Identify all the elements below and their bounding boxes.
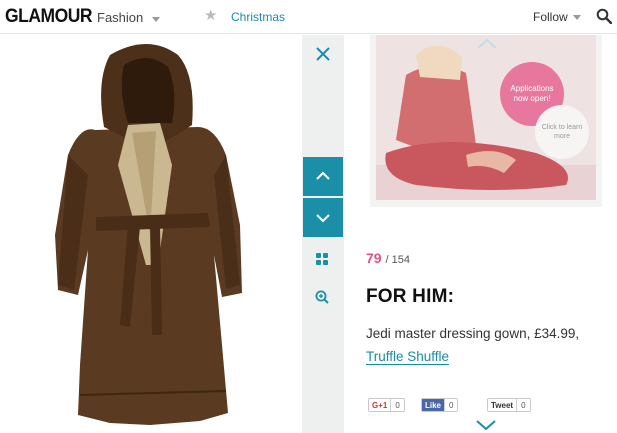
- item-description: Jedi master dressing gown, £34.99,: [366, 326, 580, 341]
- close-icon[interactable]: [313, 44, 333, 64]
- counter-total: / 154: [385, 254, 410, 266]
- top-bar: [0, 0, 617, 34]
- ad-collapse-icon[interactable]: [476, 38, 498, 50]
- google-plus-count: 0: [390, 399, 404, 411]
- google-plus-label: G+1: [372, 400, 388, 410]
- next-button[interactable]: [303, 198, 343, 237]
- tweet-count: 0: [516, 399, 530, 411]
- scroll-down-icon[interactable]: [474, 419, 498, 431]
- gallery-counter: 79 / 154: [366, 250, 410, 266]
- retailer-link[interactable]: Truffle Shuffle: [366, 349, 450, 365]
- chevron-up-icon: [316, 171, 330, 180]
- star-icon[interactable]: ★: [204, 6, 217, 24]
- counter-current: 79: [366, 250, 382, 266]
- item-heading: FOR HIM:: [366, 286, 455, 307]
- logo[interactable]: GLAMOUR: [5, 6, 93, 28]
- search-icon[interactable]: [596, 8, 612, 24]
- product-image: [0, 35, 302, 433]
- chevron-down-icon[interactable]: [152, 17, 160, 22]
- tweet-label: Tweet: [491, 400, 514, 410]
- section-menu[interactable]: Fashion: [97, 10, 143, 25]
- follow-button[interactable]: Follow: [533, 10, 568, 24]
- google-plus-button[interactable]: G+1 0: [368, 398, 405, 412]
- grid-icon[interactable]: [316, 253, 328, 265]
- chevron-down-icon: [316, 214, 330, 223]
- facebook-like-label: Like: [422, 399, 445, 411]
- facebook-like-button[interactable]: Like 0: [421, 398, 459, 412]
- tweet-button[interactable]: Tweet 0: [487, 398, 531, 412]
- zoom-in-icon[interactable]: [315, 290, 329, 304]
- follow-chevron-icon[interactable]: [573, 15, 581, 20]
- tag-link[interactable]: Christmas: [231, 10, 285, 24]
- facebook-like-count: 0: [444, 399, 458, 411]
- ad-badge-secondary[interactable]: Click to learn more: [535, 105, 589, 159]
- previous-button[interactable]: [303, 157, 343, 196]
